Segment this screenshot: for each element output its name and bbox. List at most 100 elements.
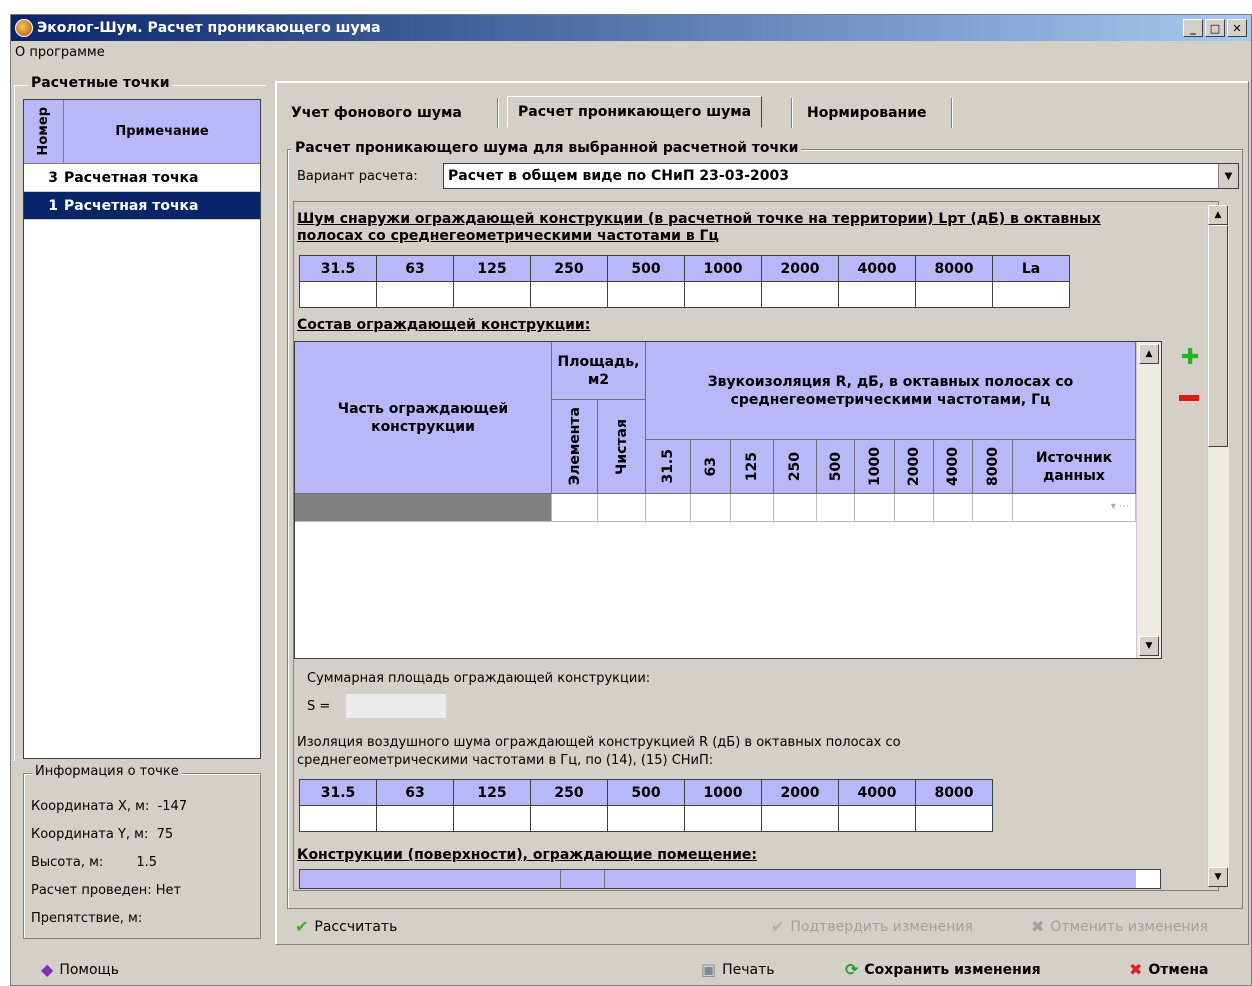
- grid-cell-source[interactable]: ▾ ⋯: [1013, 494, 1136, 522]
- maximize-button[interactable]: □: [1205, 19, 1225, 37]
- composition-grid[interactable]: Часть ограждающей конструкции Площадь, м…: [294, 341, 1162, 659]
- menu-about[interactable]: О программе: [15, 45, 105, 60]
- scroll-down-icon[interactable]: ▼: [1208, 867, 1228, 887]
- content-scrollbar[interactable]: ▲ ▼: [1207, 205, 1229, 887]
- freq-header: 125: [453, 779, 531, 806]
- area-header[interactable]: Площадь, м2: [552, 342, 646, 400]
- grid-cell[interactable]: [973, 494, 1013, 522]
- tab-normalization[interactable]: Нормирование: [797, 96, 937, 130]
- cancel-label: Отмена: [1148, 961, 1209, 978]
- grid-cell[interactable]: [934, 494, 973, 522]
- freq-col-header[interactable]: 31.5: [646, 440, 691, 494]
- sum-area-label: Суммарная площадь ограждающей конструкци…: [307, 671, 651, 686]
- confirm-label: Подтвердить изменения: [790, 918, 973, 935]
- scroll-thumb[interactable]: [1208, 225, 1228, 447]
- freq-col-label: 63: [702, 456, 719, 477]
- variant-select[interactable]: Расчет в общем виде по СНиП 23-03-2003 ▼: [443, 163, 1239, 189]
- col-num-header[interactable]: Номер: [24, 100, 64, 164]
- freq-col-header[interactable]: 1000: [855, 440, 895, 494]
- col-note-header[interactable]: Примечание: [64, 100, 260, 164]
- tab-background-noise[interactable]: Учет фонового шума: [281, 96, 472, 130]
- cancel-button[interactable]: ✖ Отмена: [1129, 960, 1208, 979]
- points-table[interactable]: Номер Примечание 3 Расчетная точка 1 Рас…: [23, 99, 261, 759]
- grid-scrollbar[interactable]: ▲ ▼: [1136, 342, 1161, 658]
- grid-cell[interactable]: [895, 494, 934, 522]
- point-row[interactable]: 3 Расчетная точка: [24, 164, 260, 192]
- print-label: Печать: [722, 961, 775, 978]
- freq-cell[interactable]: [376, 281, 454, 308]
- area-clean-header[interactable]: Чистая: [598, 400, 646, 494]
- freq-cell[interactable]: [607, 281, 685, 308]
- undo-changes-button[interactable]: ✖ Отменить изменения: [1031, 917, 1208, 936]
- grid-divider: [560, 870, 561, 888]
- add-icon[interactable]: ✚: [1181, 345, 1199, 370]
- grid-cell[interactable]: [817, 494, 855, 522]
- freq-cell[interactable]: [684, 281, 762, 308]
- freq-col-header[interactable]: 8000: [973, 440, 1013, 494]
- chevron-down-icon[interactable]: ▼: [1218, 164, 1238, 188]
- grid-cell-part[interactable]: [295, 494, 552, 522]
- freq-col-header[interactable]: 125: [731, 440, 774, 494]
- save-button[interactable]: ⟳ Сохранить изменения: [845, 960, 1041, 979]
- grid-cell[interactable]: [646, 494, 691, 522]
- isolation-header[interactable]: Звукоизоляция R, дБ, в октавных полосах …: [646, 342, 1136, 440]
- freq-cell[interactable]: [915, 281, 993, 308]
- freq-header: 63: [376, 779, 454, 806]
- save-label: Сохранить изменения: [864, 961, 1041, 978]
- part-header[interactable]: Часть ограждающей конструкции: [295, 342, 552, 494]
- grid-cell[interactable]: [691, 494, 731, 522]
- freq-cell[interactable]: [761, 281, 839, 308]
- tab-penetrating-noise[interactable]: Расчет проникающего шума: [507, 96, 763, 128]
- freq-col-header[interactable]: 4000: [934, 440, 973, 494]
- grid-cell[interactable]: [552, 494, 598, 522]
- scroll-up-icon[interactable]: ▲: [1139, 344, 1159, 364]
- undo-label: Отменить изменения: [1050, 918, 1209, 935]
- main-window: Эколог-Шум. Расчет проникающего шума _ □…: [10, 14, 1252, 986]
- help-button[interactable]: ◆ Помощь: [41, 960, 119, 979]
- source-header[interactable]: Источник данных: [1013, 440, 1136, 494]
- point-num: 3: [48, 169, 58, 186]
- constructions-grid-header: [300, 870, 1136, 888]
- s-label: S =: [307, 699, 331, 714]
- info-obstacle: Препятствие, м:: [31, 911, 142, 926]
- freq-cell: [299, 805, 377, 832]
- area-clean-label: Чистая: [613, 418, 630, 475]
- freq-cell[interactable]: [530, 281, 608, 308]
- tab-label: Расчет проникающего шума: [518, 104, 752, 120]
- grid-cell[interactable]: [598, 494, 646, 522]
- freq-col-header[interactable]: 500: [817, 440, 855, 494]
- freq-cell: [684, 805, 762, 832]
- constructions-grid[interactable]: [299, 869, 1161, 889]
- freq-col-header[interactable]: 2000: [895, 440, 934, 494]
- outside-freq-values: [299, 281, 1070, 308]
- point-row-selected[interactable]: 1 Расчетная точка: [24, 192, 260, 220]
- scroll-down-icon[interactable]: ▼: [1139, 636, 1159, 656]
- grid-divider: [604, 870, 605, 888]
- freq-cell[interactable]: [453, 281, 531, 308]
- freq-cell[interactable]: [992, 281, 1070, 308]
- freq-col-header[interactable]: 63: [691, 440, 731, 494]
- title-bar[interactable]: Эколог-Шум. Расчет проникающего шума _ □…: [11, 15, 1251, 41]
- grid-cell[interactable]: [731, 494, 774, 522]
- close-button[interactable]: ✕: [1227, 19, 1247, 37]
- calculate-button[interactable]: ✔ Рассчитать: [295, 917, 397, 936]
- composition-label: Состав ограждающей конструкции:: [297, 317, 591, 333]
- freq-cell: [607, 805, 685, 832]
- freq-cell[interactable]: [838, 281, 916, 308]
- x-icon: ✖: [1031, 917, 1045, 936]
- freq-cell: [915, 805, 993, 832]
- confirm-changes-button[interactable]: ✔ Подтвердить изменения: [771, 917, 973, 936]
- window-controls: _ □ ✕: [1183, 19, 1247, 37]
- y-value: 75: [156, 827, 174, 842]
- freq-cell[interactable]: [299, 281, 377, 308]
- outside-noise-label: Шум снаружи ограждающей конструкции (в р…: [297, 211, 1101, 245]
- area-element-header[interactable]: Элемента: [552, 400, 598, 494]
- print-button[interactable]: ▣ Печать: [701, 960, 775, 979]
- grid-cell[interactable]: [774, 494, 817, 522]
- freq-col-label: 4000: [945, 447, 961, 486]
- grid-cell[interactable]: [855, 494, 895, 522]
- remove-icon[interactable]: [1179, 395, 1199, 401]
- freq-col-header[interactable]: 250: [774, 440, 817, 494]
- scroll-up-icon[interactable]: ▲: [1208, 205, 1228, 225]
- minimize-button[interactable]: _: [1183, 19, 1203, 37]
